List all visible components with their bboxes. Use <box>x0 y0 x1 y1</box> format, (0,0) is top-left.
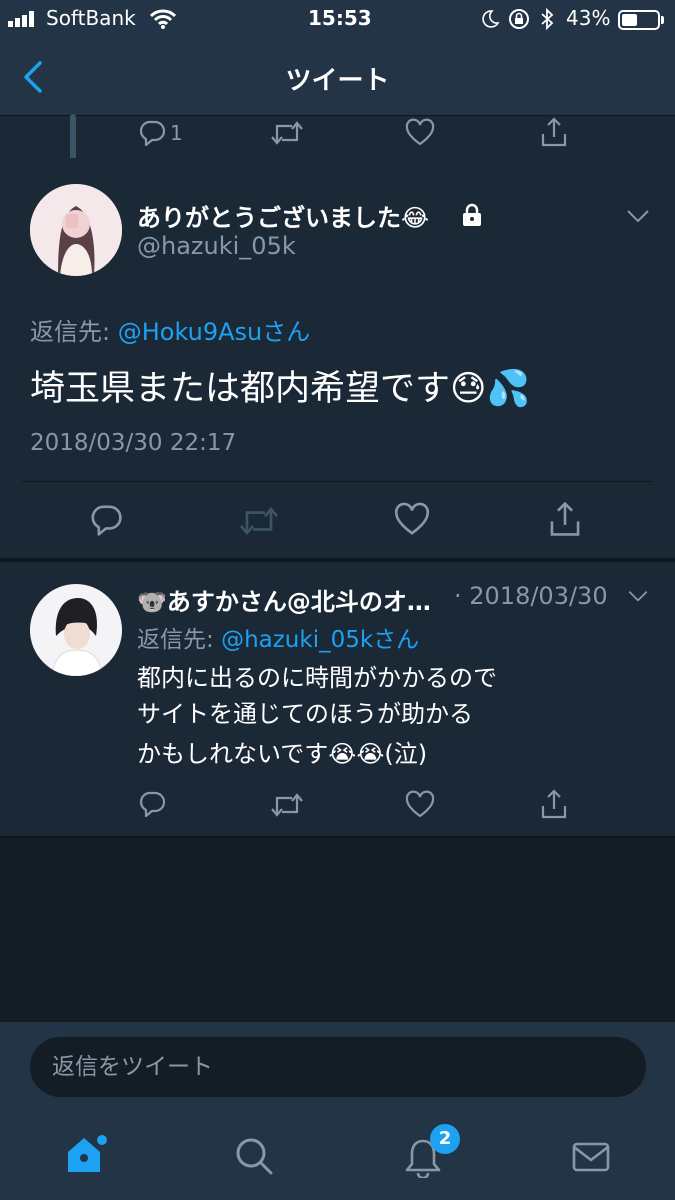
tweet-text-line-1: 都内に出るのに時間がかかるので <box>137 664 497 692</box>
display-name: ありがとうございました😂 <box>137 198 429 233</box>
status-bar: SoftBank 15:53 43% <box>0 0 675 40</box>
like-icon[interactable] <box>405 790 435 820</box>
main-tweet: ありがとうございました😂 @hazuki_05k 返信先: @Hoku9Asuさ… <box>0 158 675 558</box>
tweet-text: 埼玉県または都内希望です😓💦 <box>30 360 530 411</box>
avatar[interactable] <box>30 584 122 676</box>
divider <box>0 836 675 838</box>
lock-icon <box>460 203 484 227</box>
display-name-text: ありがとうございました <box>137 204 401 232</box>
display-name-text: あすかさん@北斗のオ… <box>166 588 431 616</box>
carrier-name: SoftBank <box>46 6 136 30</box>
koala-emoji: 🐨 <box>137 588 167 616</box>
rotation-lock-icon <box>508 8 530 30</box>
reply-input[interactable]: 返信をツイート <box>30 1037 646 1097</box>
retweet-icon[interactable] <box>270 118 304 148</box>
share-icon[interactable] <box>539 788 569 820</box>
handle[interactable]: @hazuki_05k <box>137 232 296 260</box>
tweet-text-line-3-body: かもしれないです <box>137 740 329 768</box>
reply-to: 返信先: @hazuki_05kさん <box>137 620 419 654</box>
tweet-text-body: 埼玉県または都内希望です <box>30 369 451 409</box>
reply-icon[interactable] <box>88 502 124 538</box>
reply-to-label: 返信先: <box>30 318 111 346</box>
battery-percent: 43% <box>566 6 611 30</box>
notification-badge: 2 <box>430 1124 460 1154</box>
battery-cap <box>661 16 664 24</box>
messages-icon[interactable] <box>572 1142 610 1172</box>
retweet-icon <box>238 503 280 539</box>
signal-icon <box>8 11 40 27</box>
tweet-text-line-3: かもしれないです😭😭(泣) <box>137 734 427 769</box>
home-icon[interactable] <box>64 1132 108 1174</box>
like-icon[interactable] <box>405 118 435 148</box>
crying-emoji: 😭😭 <box>328 740 385 768</box>
search-icon[interactable] <box>234 1136 274 1176</box>
previous-tweet-actions: 1 <box>0 114 675 176</box>
reply-to-label: 返信先: <box>137 627 214 653</box>
chevron-down-icon[interactable] <box>627 589 649 603</box>
page-title: ツイート <box>285 66 390 96</box>
share-icon[interactable] <box>539 116 569 148</box>
tab-bar: 2 <box>0 1114 675 1200</box>
like-icon[interactable] <box>394 502 430 538</box>
tweet-date: · 2018/03/30 <box>454 582 608 610</box>
reply-count: 1 <box>170 121 183 145</box>
divider <box>22 481 652 482</box>
retweet-icon[interactable] <box>270 790 304 820</box>
avatar[interactable] <box>30 184 122 276</box>
tweet-text-line-3-suffix: (泣) <box>384 740 428 768</box>
timestamp: 2018/03/30 22:17 <box>30 430 237 456</box>
display-name: 🐨あすかさん@北斗のオ… <box>137 582 431 617</box>
sweat-emoji: 😓💦 <box>450 369 531 409</box>
reply-icon[interactable] <box>137 118 167 148</box>
navigation-bar: ツイート <box>0 40 675 116</box>
reply-to: 返信先: @Hoku9Asuさん <box>30 312 310 347</box>
chevron-down-icon[interactable] <box>626 208 650 224</box>
reply-icon[interactable] <box>137 789 167 819</box>
reply-to-mention[interactable]: @Hoku9Asuさん <box>118 318 311 346</box>
clock: 15:53 <box>308 6 372 30</box>
compose-bar: 返信をツイート <box>0 1022 675 1114</box>
reply-tweet[interactable]: 🐨あすかさん@北斗のオ… · 2018/03/30 返信先: @hazuki_0… <box>0 562 675 836</box>
reply-to-mention[interactable]: @hazuki_05kさん <box>221 627 419 653</box>
laughing-emoji: 😂 <box>401 204 430 232</box>
wifi-icon <box>150 9 176 29</box>
share-icon[interactable] <box>547 500 583 538</box>
bluetooth-icon <box>540 8 554 30</box>
tweet-text-line-2: サイトを通じてのほうが助かる <box>137 700 473 728</box>
moon-icon <box>480 9 500 29</box>
battery-icon <box>618 10 660 30</box>
